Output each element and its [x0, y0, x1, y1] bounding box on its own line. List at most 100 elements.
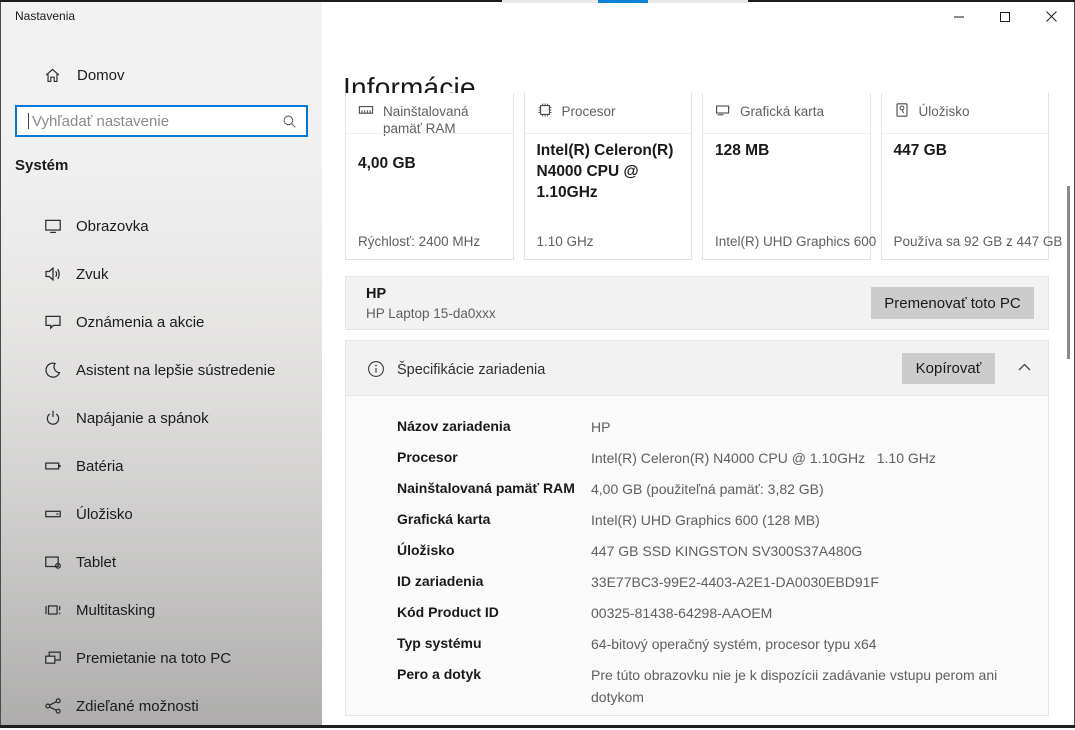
card-footer: Používa sa 92 GB z 447 GB: [894, 234, 1063, 249]
sidebar-item-tablet[interactable]: Tablet: [1, 538, 322, 586]
multitasking-icon: [44, 601, 62, 619]
sidebar-item-notifications[interactable]: Oznámenia a akcie: [1, 298, 322, 346]
sidebar-item-home[interactable]: Domov: [1, 60, 322, 90]
sidebar-item-label: Zvuk: [76, 266, 109, 283]
device-specs-list: Názov zariadenia HP Procesor Intel(R) Ce…: [345, 396, 1049, 716]
card-label: Procesor: [562, 102, 616, 124]
sidebar-item-shared-experiences[interactable]: Zdieľané možnosti: [1, 682, 322, 730]
notifications-icon: [44, 313, 62, 331]
card-graphics: Grafická karta 128 MB Intel(R) UHD Graph…: [702, 93, 871, 260]
spec-value: 4,00 GB (použiteľná pamäť: 3,82 GB): [591, 478, 1036, 500]
about-page: Informácie Nainštalovaná pamäť RAM 4,00 …: [322, 0, 1074, 725]
sidebar-item-label: Obrazovka: [76, 218, 149, 235]
sidebar-nav-list: Obrazovka Zvuk Oznámenia a akcie Asisten…: [1, 202, 322, 730]
spec-label: Grafická karta: [397, 509, 591, 531]
sidebar-item-label: Úložisko: [76, 506, 133, 523]
card-label: Nainštalovaná pamäť RAM: [383, 102, 501, 137]
spec-value: Pre túto obrazovku nie je k dispozícii z…: [591, 664, 1036, 708]
search-input[interactable]: [29, 107, 282, 135]
spec-row: Názov zariadenia HP: [397, 416, 1048, 438]
close-icon: [1045, 10, 1058, 23]
power-icon: [44, 409, 62, 427]
spec-label: ID zariadenia: [397, 571, 591, 593]
card-label: Úložisko: [919, 102, 970, 124]
ram-icon: [358, 102, 374, 137]
maximize-button[interactable]: [982, 2, 1028, 31]
card-processor: Procesor Intel(R) Celeron(R) N4000 CPU @…: [524, 93, 693, 260]
minimize-icon: [953, 11, 965, 23]
spec-value: HP: [591, 416, 1036, 438]
sidebar-item-battery[interactable]: Batéria: [1, 442, 322, 490]
tablet-icon: [44, 553, 62, 571]
spec-row: ID zariadenia 33E77BC3-99E2-4403-A2E1-DA…: [397, 571, 1048, 593]
spec-value: 33E77BC3-99E2-4403-A2E1-DA0030EBD91F: [591, 571, 1036, 593]
spec-label: Názov zariadenia: [397, 416, 591, 438]
sidebar-item-display[interactable]: Obrazovka: [1, 202, 322, 250]
card-divider: [703, 133, 870, 134]
top-edge-dark-left: [0, 0, 502, 2]
spec-label: Úložisko: [397, 540, 591, 562]
settings-search-box: [15, 105, 308, 137]
sidebar-item-projecting[interactable]: Premietanie na toto PC: [1, 634, 322, 682]
device-name-panel: HP HP Laptop 15-da0xxx Premenovať toto P…: [345, 276, 1049, 330]
spec-row: Grafická karta Intel(R) UHD Graphics 600…: [397, 509, 1048, 531]
minimize-button[interactable]: [936, 2, 982, 31]
project-icon: [44, 649, 62, 667]
device-specs-header: Špecifikácie zariadenia Kopírovať: [345, 340, 1049, 396]
cpu-icon: [537, 102, 553, 124]
sidebar-item-power-sleep[interactable]: Napájanie a spánok: [1, 394, 322, 442]
spec-value: 447 GB SSD KINGSTON SV300S37A480G: [591, 540, 1036, 562]
info-icon: [367, 360, 385, 378]
sidebar-item-label: Domov: [77, 67, 125, 84]
rename-pc-button[interactable]: Premenovať toto PC: [871, 287, 1034, 319]
focus-assist-icon: [44, 361, 62, 379]
copy-button[interactable]: Kopírovať: [902, 353, 995, 384]
spec-row: Kód Product ID 00325-81438-64298-AAOEM: [397, 602, 1048, 624]
spec-value: Intel(R) Celeron(R) N4000 CPU @ 1.10GHz …: [591, 447, 1036, 469]
sidebar-section-title: Systém: [15, 157, 68, 174]
spec-label: Procesor: [397, 447, 591, 469]
search-icon: [282, 114, 297, 129]
spec-row: Nainštalovaná pamäť RAM 4,00 GB (použite…: [397, 478, 1048, 500]
summary-cards: Nainštalovaná pamäť RAM 4,00 GB Rýchlosť…: [345, 93, 1049, 260]
storage-icon: [44, 505, 62, 523]
spec-label: Kód Product ID: [397, 602, 591, 624]
sidebar-item-multitasking[interactable]: Multitasking: [1, 586, 322, 634]
sidebar-item-sound[interactable]: Zvuk: [1, 250, 322, 298]
spec-label: Typ systému: [397, 633, 591, 655]
card-divider: [525, 133, 692, 134]
card-divider: [882, 133, 1049, 134]
card-footer: Rýchlosť: 2400 MHz: [358, 234, 480, 249]
gpu-icon: [715, 102, 731, 124]
sidebar-item-label: Batéria: [76, 458, 124, 475]
specs-panel-title: Špecifikácie zariadenia: [397, 362, 545, 378]
maximize-icon: [999, 11, 1011, 23]
spec-value: 00325-81438-64298-AAOEM: [591, 602, 1036, 624]
close-button[interactable]: [1028, 2, 1074, 31]
spec-value: 64-bitový operačný systém, procesor typu…: [591, 633, 1036, 655]
home-icon: [44, 67, 61, 84]
sidebar-item-label: Zdieľané možnosti: [76, 698, 199, 715]
sound-icon: [44, 265, 62, 283]
card-footer: 1.10 GHz: [537, 234, 594, 249]
spec-value: Intel(R) UHD Graphics 600 (128 MB): [591, 509, 1036, 531]
sidebar-item-label: Napájanie a spánok: [76, 410, 209, 427]
spec-label: Pero a dotyk: [397, 664, 591, 708]
display-icon: [44, 217, 62, 235]
sidebar-item-label: Asistent na lepšie sústredenie: [76, 362, 275, 379]
sidebar-item-focus-assist[interactable]: Asistent na lepšie sústredenie: [1, 346, 322, 394]
sidebar-item-label: Multitasking: [76, 602, 155, 619]
chevron-up-icon[interactable]: [1017, 362, 1032, 372]
device-name: HP: [366, 286, 386, 302]
card-value: 4,00 GB: [358, 153, 501, 174]
settings-sidebar: Nastavenia Domov Systém Obrazovka Zvuk: [1, 0, 322, 725]
battery-icon: [44, 457, 62, 475]
top-edge-accent-segment: [598, 0, 648, 3]
sidebar-item-label: Premietanie na toto PC: [76, 650, 231, 667]
card-label: Grafická karta: [740, 102, 824, 124]
window-title: Nastavenia: [15, 9, 75, 23]
vertical-scrollbar-thumb[interactable]: [1067, 186, 1070, 359]
spec-row: Procesor Intel(R) Celeron(R) N4000 CPU @…: [397, 447, 1048, 469]
sidebar-item-storage[interactable]: Úložisko: [1, 490, 322, 538]
card-installed-ram: Nainštalovaná pamäť RAM 4,00 GB Rýchlosť…: [345, 93, 514, 260]
